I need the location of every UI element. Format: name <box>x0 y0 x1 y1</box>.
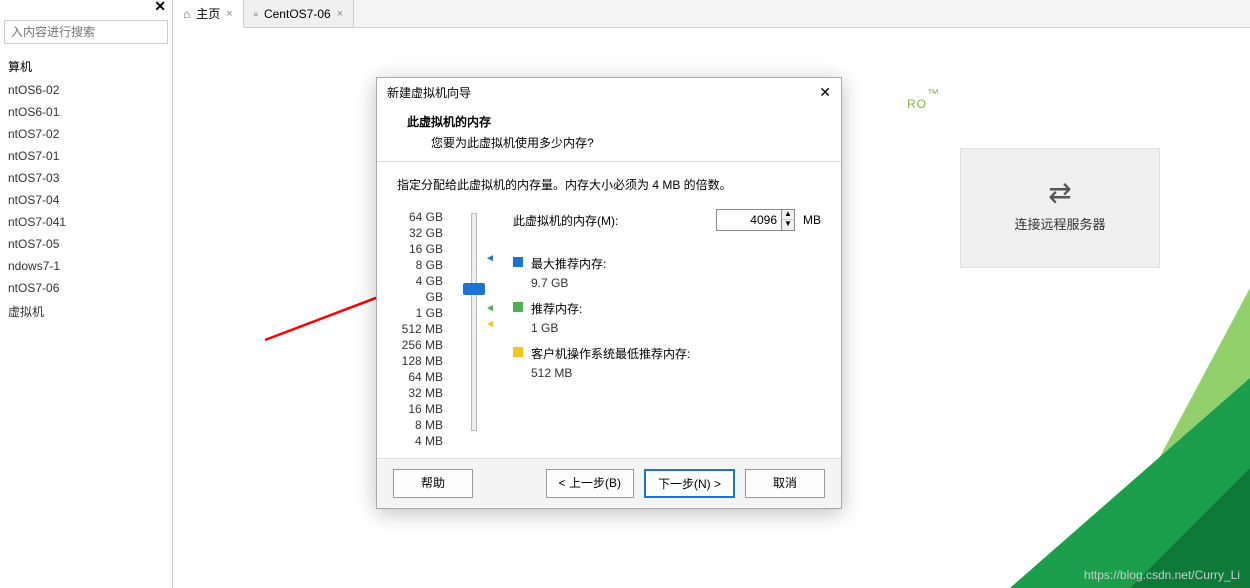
tree-root[interactable]: 算机 <box>2 54 172 79</box>
connect-remote-button[interactable]: ⇄ 连接远程服务器 <box>960 148 1160 268</box>
tab-centos[interactable]: ▫ CentOS7-06 × <box>244 0 354 27</box>
brand-text: RO™ <box>907 83 940 115</box>
sidebar: ✕ 算机 ntOS6-02 ntOS6-01 ntOS7-02 ntOS7-01… <box>0 0 173 588</box>
marker-min-icon: ◄ <box>485 319 495 330</box>
tree-item[interactable]: ndows7-1 <box>2 255 172 277</box>
tab-label: CentOS7-06 <box>264 7 331 21</box>
legend-min-value: 512 MB <box>531 366 821 380</box>
new-vm-wizard-dialog: 新建虚拟机向导 ✕ 此虚拟机的内存 您要为此虚拟机使用多少内存? 指定分配给此虚… <box>376 77 842 509</box>
memory-slider[interactable]: ◄ ◄ ◄ <box>461 209 495 434</box>
tab-close-icon[interactable]: × <box>337 8 343 20</box>
marker-max-icon: ◄ <box>485 253 495 264</box>
tree-item[interactable]: ntOS7-04 <box>2 189 172 211</box>
memory-tick-labels: 64 GB32 GB16 GB 8 GB4 GBGB 1 GB512 MB256… <box>397 211 443 448</box>
tab-close-icon[interactable]: × <box>226 8 232 20</box>
slider-track <box>471 213 477 431</box>
legend-square-yellow <box>513 347 523 357</box>
search-input[interactable] <box>4 20 168 44</box>
home-icon: ⌂ <box>183 7 190 21</box>
legend-square-green <box>513 302 523 312</box>
marker-rec-icon: ◄ <box>485 303 495 314</box>
instruction-text: 指定分配给此虚拟机的内存量。内存大小必须为 4 MB 的倍数。 <box>397 176 821 193</box>
close-icon[interactable]: ✕ <box>154 0 166 15</box>
memory-input[interactable] <box>717 211 781 229</box>
dialog-title: 新建虚拟机向导 <box>387 84 471 101</box>
vm-tree: 算机 ntOS6-02 ntOS6-01 ntOS7-02 ntOS7-01 n… <box>0 48 172 324</box>
tree-item[interactable]: ntOS7-02 <box>2 123 172 145</box>
tree-item[interactable]: ntOS7-01 <box>2 145 172 167</box>
memory-unit: MB <box>803 213 821 227</box>
dialog-footer: 帮助 < 上一步(B) 下一步(N) > 取消 <box>377 458 841 508</box>
help-button[interactable]: 帮助 <box>393 469 473 498</box>
memory-input-row: 此虚拟机的内存(M): ▲ ▼ MB <box>513 209 821 231</box>
dialog-titlebar: 新建虚拟机向导 ✕ <box>377 78 841 107</box>
swap-icon: ⇄ <box>1048 183 1071 203</box>
memory-legend: 最大推荐内存: 9.7 GB 推荐内存: 1 GB 客户机操作系统最低推荐内存:… <box>513 255 821 386</box>
cancel-button[interactable]: 取消 <box>745 469 825 498</box>
tree-item[interactable]: ntOS6-01 <box>2 101 172 123</box>
memory-label: 此虚拟机的内存(M): <box>513 212 708 229</box>
dialog-heading: 此虚拟机的内存 <box>407 113 821 130</box>
slider-thumb[interactable] <box>463 283 485 295</box>
next-button[interactable]: 下一步(N) > <box>644 469 735 498</box>
legend-square-blue <box>513 257 523 267</box>
tab-bar: ⌂ 主页 × ▫ CentOS7-06 × <box>173 0 1250 28</box>
dialog-close-icon[interactable]: ✕ <box>819 84 831 101</box>
legend-max-value: 9.7 GB <box>531 276 821 290</box>
legend-min-label: 客户机操作系统最低推荐内存: <box>531 345 690 362</box>
memory-spinner[interactable]: ▲ ▼ <box>716 209 795 231</box>
tab-home[interactable]: ⌂ 主页 × <box>173 0 244 28</box>
tree-item[interactable]: ntOS7-03 <box>2 167 172 189</box>
tree-item[interactable]: ntOS7-041 <box>2 211 172 233</box>
tab-label: 主页 <box>196 5 220 22</box>
back-button[interactable]: < 上一步(B) <box>546 469 634 498</box>
tree-item[interactable]: 虚拟机 <box>2 299 172 324</box>
tree-item[interactable]: ntOS7-06 <box>2 277 172 299</box>
vm-icon: ▫ <box>254 7 258 21</box>
legend-rec-value: 1 GB <box>531 321 821 335</box>
tree-item[interactable]: ntOS7-05 <box>2 233 172 255</box>
legend-max-label: 最大推荐内存: <box>531 255 606 272</box>
dialog-body: 指定分配给此虚拟机的内存量。内存大小必须为 4 MB 的倍数。 64 GB32 … <box>377 162 841 456</box>
spin-down-icon[interactable]: ▼ <box>782 220 794 230</box>
legend-rec-label: 推荐内存: <box>531 300 582 317</box>
dialog-header: 此虚拟机的内存 您要为此虚拟机使用多少内存? <box>377 107 841 162</box>
remote-button-label: 连接远程服务器 <box>1014 214 1105 233</box>
watermark: https://blog.csdn.net/Curry_Li <box>1084 568 1240 582</box>
search-box <box>4 20 168 44</box>
dialog-subheading: 您要为此虚拟机使用多少内存? <box>407 134 821 151</box>
tree-item[interactable]: ntOS6-02 <box>2 79 172 101</box>
